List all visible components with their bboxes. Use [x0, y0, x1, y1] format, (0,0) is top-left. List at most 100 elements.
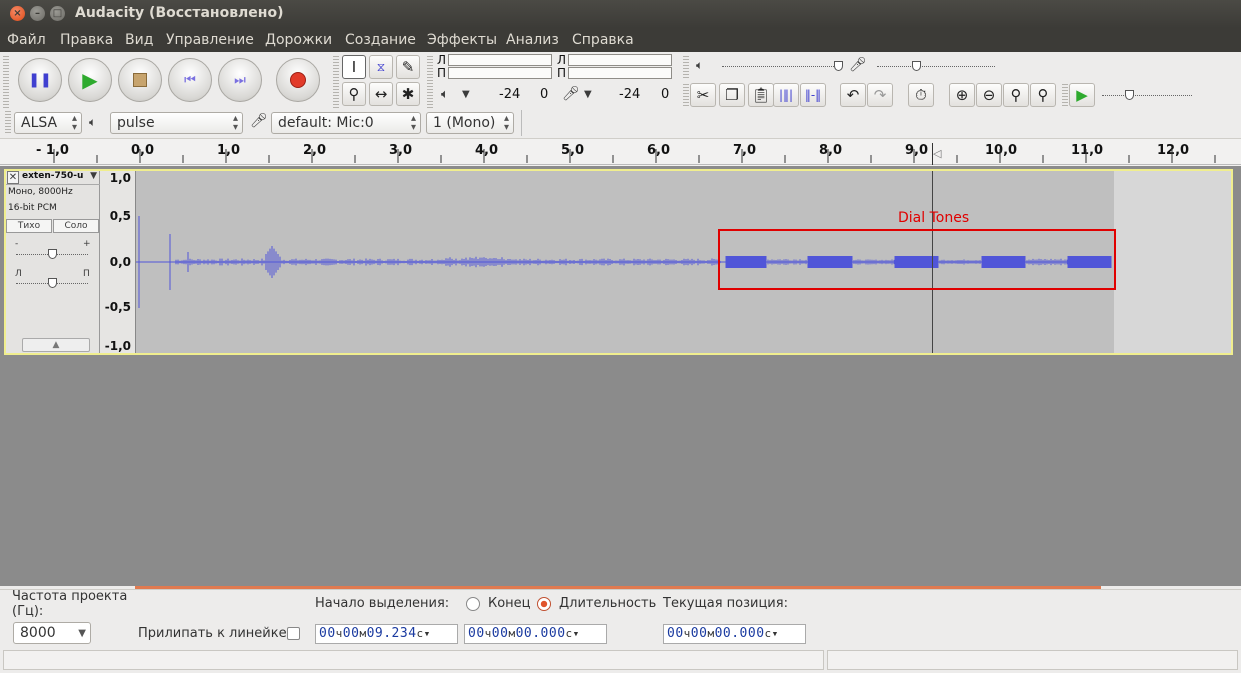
microphone-icon: 🎤︎ [250, 113, 268, 129]
selection-length-time[interactable]: 00ч00м00.000с▾ [464, 624, 607, 644]
menu-file[interactable]: Файл [7, 32, 46, 48]
timeline-ruler[interactable]: - 1,0 0,0 1,0 2,0 3,0 4,0 5,0 6,0 7,0 8,… [0, 139, 1241, 165]
project-rate-select[interactable]: 8000 ▼ [13, 622, 91, 644]
playback-volume-thumb[interactable] [834, 61, 843, 71]
close-window-button[interactable]: × [10, 6, 25, 21]
maximize-window-button[interactable]: □ [50, 6, 65, 21]
minutes-unit: м [508, 627, 516, 640]
mute-button[interactable]: Тихо [6, 219, 52, 233]
draw-tool-button[interactable]: ✎ [396, 55, 420, 79]
paste-icon: 📋︎ [751, 86, 771, 104]
seconds-value: 09.234 [366, 626, 417, 641]
playback-volume-slider[interactable] [722, 66, 840, 67]
fit-selection-button[interactable]: ⚲ [1003, 83, 1029, 107]
recording-volume-thumb[interactable] [912, 61, 921, 71]
selection-tool-button[interactable]: I [342, 55, 366, 79]
chevron-down-icon[interactable]: ▼ [462, 89, 470, 100]
hours-unit: ч [484, 627, 492, 640]
scale-label: -0,5 [104, 300, 131, 314]
skip-end-button[interactable]: ⏭ [218, 58, 262, 102]
close-track-icon[interactable]: ✕ [7, 171, 19, 184]
vertical-scale[interactable]: 1,0 0,5 0,0 -0,5 -1,0 [100, 171, 136, 353]
sync-lock-button[interactable]: ⏱ [908, 83, 934, 107]
microphone-icon[interactable]: 🎤︎ [562, 86, 580, 102]
chevron-down-icon[interactable]: ▾ [772, 627, 779, 640]
menu-view[interactable]: Вид [125, 32, 153, 48]
minimize-window-button[interactable]: – [30, 6, 45, 21]
paste-button[interactable]: 📋︎ [748, 83, 774, 107]
play-speed-slider[interactable] [1102, 95, 1192, 96]
menu-edit[interactable]: Правка [60, 32, 113, 48]
collapse-track-button[interactable]: ▲ [22, 338, 90, 352]
length-radio[interactable] [537, 597, 551, 611]
selection-start-time[interactable]: 00ч00м09.234с▾ [315, 624, 458, 644]
zoom-out-button[interactable]: ⊖ [976, 83, 1002, 107]
multi-tool-button[interactable]: ✱ [396, 82, 420, 106]
play-meter-right [448, 67, 552, 79]
toolbar-grip[interactable] [683, 56, 689, 78]
waveform-empty-area[interactable] [1114, 171, 1231, 353]
toolbar-grip[interactable] [1062, 84, 1068, 106]
audio-host-select[interactable]: ALSA ▴ ▾ [14, 112, 82, 134]
skip-end-icon: ⏭ [234, 72, 246, 88]
toolbar-grip[interactable] [333, 56, 339, 108]
undo-button[interactable]: ↶ [840, 83, 866, 107]
pause-button[interactable]: ❚❚ [18, 58, 62, 102]
play-speed-thumb[interactable] [1125, 90, 1134, 100]
chevron-down-icon[interactable]: ▾ [424, 627, 431, 640]
envelope-tool-button[interactable]: ⧖ [369, 55, 393, 79]
menu-transport[interactable]: Управление [166, 32, 254, 48]
zoom-tool-button[interactable]: ⚲ [342, 82, 366, 106]
solo-button[interactable]: Соло [53, 219, 99, 233]
play-button[interactable]: ▶ [68, 58, 112, 102]
input-channels-select[interactable]: 1 (Mono) ▴ ▾ [426, 112, 514, 134]
play-meter-left-label: Л [437, 53, 447, 67]
chevron-down-icon[interactable]: ▼ [584, 89, 592, 100]
copy-button[interactable]: ❐ [719, 83, 745, 107]
track-name[interactable]: exten-750-u [22, 171, 83, 181]
title-bar: × – □ Audacity (Восстановлено) [0, 0, 1241, 28]
updown-icon: ▴ ▾ [410, 113, 416, 133]
window-title: Audacity (Восстановлено) [75, 5, 284, 21]
play-icon: ▶ [1076, 86, 1088, 104]
timeshift-tool-button[interactable]: ↔ [369, 82, 393, 106]
stop-button[interactable] [118, 58, 162, 102]
toolbar-grip[interactable] [427, 56, 433, 108]
pan-slider-thumb[interactable] [48, 278, 57, 288]
toolbar-grip[interactable] [3, 56, 9, 108]
zoom-in-button[interactable]: ⊕ [949, 83, 975, 107]
snap-to-checkbox[interactable] [287, 627, 300, 640]
recording-volume-slider[interactable] [877, 66, 995, 67]
toolbar-grip[interactable] [5, 111, 11, 135]
menu-analyze[interactable]: Анализ [506, 32, 559, 48]
gain-slider-thumb[interactable] [48, 249, 57, 259]
menu-help[interactable]: Справка [572, 32, 634, 48]
fit-selection-icon: ⚲ [1010, 86, 1022, 104]
copy-icon: ❐ [725, 86, 739, 104]
trim-button[interactable]: |‖| [773, 83, 799, 107]
audio-host-value: ALSA [21, 115, 58, 131]
input-device-select[interactable]: default: Mic:0 ▴ ▾ [271, 112, 421, 134]
updown-icon: ▴ ▾ [71, 113, 77, 133]
input-channels-value: 1 (Mono) [433, 115, 496, 131]
skip-start-button[interactable]: ⏮ [168, 58, 212, 102]
length-radio-label: Длительность [559, 596, 657, 611]
fit-project-button[interactable]: ⚲ [1030, 83, 1056, 107]
play-at-speed-button[interactable]: ▶ [1069, 83, 1095, 107]
track-menu-arrow-icon[interactable]: ▼ [90, 171, 97, 181]
output-device-select[interactable]: pulse ▴ ▾ [110, 112, 243, 134]
chevron-down-icon[interactable]: ▾ [573, 627, 580, 640]
cut-button[interactable]: ✂ [690, 83, 716, 107]
end-radio[interactable] [466, 597, 480, 611]
menu-generate[interactable]: Создание [345, 32, 416, 48]
redo-button[interactable]: ↷ [867, 83, 893, 107]
speaker-icon[interactable]: 🔈︎ [441, 87, 449, 102]
gain-minus-label: - [15, 239, 19, 249]
toolbar-grip[interactable] [683, 84, 689, 106]
silence-button[interactable]: ‖-‖ [800, 83, 826, 107]
double-arrow-icon: ↔ [374, 85, 388, 103]
menu-tracks[interactable]: Дорожки [265, 32, 332, 48]
audio-position-time[interactable]: 00ч00м00.000с▾ [663, 624, 806, 644]
menu-effects[interactable]: Эффекты [427, 32, 497, 48]
record-button[interactable] [276, 58, 320, 102]
